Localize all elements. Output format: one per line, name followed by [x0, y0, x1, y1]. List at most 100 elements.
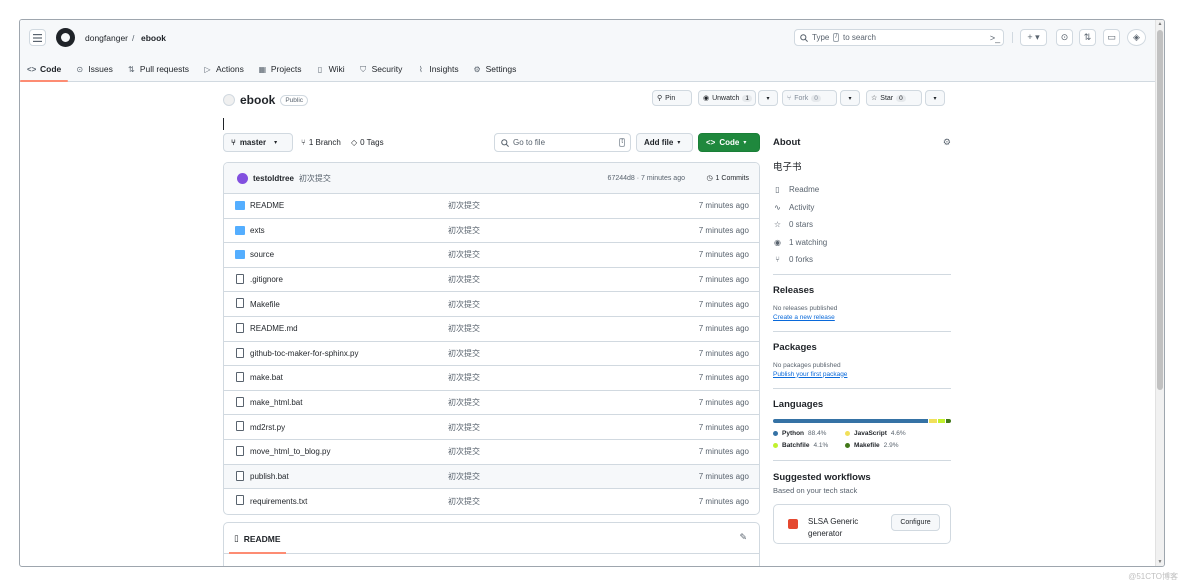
gear-icon[interactable]: ⚙ [943, 137, 951, 148]
scroll-thumb[interactable] [1157, 30, 1163, 390]
go-to-file-input[interactable]: Go to file t [494, 133, 631, 152]
readme-tab[interactable]: ▯ README [234, 533, 281, 544]
github-logo-icon[interactable] [56, 28, 75, 47]
file-commit-message[interactable]: 初次提交 [448, 372, 480, 383]
about-link[interactable]: ▯ Readme [773, 181, 951, 199]
file-commit-message[interactable]: 初次提交 [448, 249, 480, 260]
file-row[interactable]: README.md 初次提交 7 minutes ago [224, 317, 759, 342]
language-item[interactable]: Batchfile 4.1% [773, 442, 845, 449]
tab-projects[interactable]: ▦ Projects [251, 57, 309, 81]
releases-title[interactable]: Releases [773, 285, 951, 296]
menu-button[interactable] [29, 29, 46, 46]
breadcrumb-owner[interactable]: dongfanger [85, 33, 128, 43]
create-new-button[interactable]: + ▾ [1020, 29, 1047, 46]
inbox-button[interactable]: ▭ [1103, 29, 1120, 46]
file-name-link[interactable]: md2rst.py [250, 423, 285, 432]
configure-button[interactable]: Configure [891, 513, 940, 531]
pull-requests-button[interactable]: ⇅ [1079, 29, 1096, 46]
file-name-link[interactable]: README [250, 201, 284, 210]
file-row[interactable]: make_html.bat 初次提交 7 minutes ago [224, 391, 759, 416]
file-commit-message[interactable]: 初次提交 [448, 225, 480, 236]
commit-author[interactable]: testoldtree [253, 174, 294, 183]
publish-package-link[interactable]: Publish your first package [773, 371, 951, 378]
file-row[interactable]: README 初次提交 7 minutes ago [224, 194, 759, 219]
file-commit-message[interactable]: 初次提交 [448, 471, 480, 482]
scroll-up-icon[interactable]: ▲ [1157, 21, 1163, 27]
file-name-link[interactable]: requirements.txt [250, 497, 307, 506]
file-name-link[interactable]: make_html.bat [250, 398, 302, 407]
file-row[interactable]: make.bat 初次提交 7 minutes ago [224, 366, 759, 391]
file-name-link[interactable]: README.md [250, 324, 298, 333]
packages-title[interactable]: Packages [773, 342, 951, 353]
commits-link[interactable]: ◷ 1 Commits [706, 174, 749, 183]
tab-code[interactable]: <> Code [20, 57, 69, 82]
file-row[interactable]: requirements.txt 初次提交 7 minutes ago [224, 489, 759, 514]
issues-button[interactable]: ⊙ [1056, 29, 1073, 46]
file-commit-message[interactable]: 初次提交 [448, 422, 480, 433]
file-name-link[interactable]: move_html_to_blog.py [250, 447, 331, 456]
pin-button[interactable]: ⚲ Pin [652, 90, 692, 106]
create-release-link[interactable]: Create a new release [773, 314, 951, 321]
search-input[interactable]: Type / to search [794, 29, 1004, 46]
tags-link[interactable]: ◇ 0 Tags [351, 138, 384, 147]
file-commit-time: 7 minutes ago [698, 447, 749, 457]
star-button[interactable]: ☆ Star 0 [866, 90, 922, 106]
about-link[interactable]: ∿ Activity [773, 199, 951, 217]
file-commit-message[interactable]: 初次提交 [448, 348, 480, 359]
branch-select[interactable]: ⑂ master ▾ [223, 133, 293, 152]
repo-name[interactable]: ebook [240, 93, 275, 107]
about-link[interactable]: ⑂ 0 forks [773, 251, 951, 269]
scroll-down-icon[interactable]: ▼ [1157, 559, 1163, 565]
fork-dropdown[interactable]: ▾ [840, 90, 860, 106]
file-commit-message[interactable]: 初次提交 [448, 397, 480, 408]
about-link[interactable]: ☆ 0 stars [773, 216, 951, 234]
file-commit-message[interactable]: 初次提交 [448, 299, 480, 310]
file-name-link[interactable]: .gitignore [250, 275, 283, 284]
language-item[interactable]: JavaScript 4.6% [845, 430, 925, 437]
file-row[interactable]: exts 初次提交 7 minutes ago [224, 219, 759, 244]
file-name-link[interactable]: source [250, 250, 274, 259]
file-row[interactable]: github-toc-maker-for-sphinx.py 初次提交 7 minu… [224, 342, 759, 367]
file-commit-message[interactable]: 初次提交 [448, 200, 480, 211]
tab-actions[interactable]: ▷ Actions [196, 57, 251, 81]
file-name-link[interactable]: publish.bat [250, 472, 289, 481]
file-row[interactable]: publish.bat 初次提交 7 minutes ago [224, 464, 759, 490]
add-file-button[interactable]: Add file ▾ [636, 133, 693, 152]
file-commit-message[interactable]: 初次提交 [448, 496, 480, 507]
code-button[interactable]: <> Code ▾ [698, 133, 760, 152]
star-dropdown[interactable]: ▾ [925, 90, 945, 106]
language-item[interactable]: Python 88.4% [773, 430, 845, 437]
file-name-link[interactable]: github-toc-maker-for-sphinx.py [250, 349, 358, 358]
avatar[interactable]: ◈ [1127, 29, 1146, 46]
unwatch-dropdown[interactable]: ▾ [758, 90, 778, 106]
commit-message[interactable]: 初次提交 [299, 173, 331, 184]
about-link[interactable]: ◉ 1 watching [773, 234, 951, 252]
tab-issues[interactable]: ⊙ Issues [68, 57, 120, 81]
tab-insights[interactable]: ⌇ Insights [409, 57, 465, 81]
breadcrumb-repo[interactable]: ebook [141, 33, 166, 43]
language-item[interactable]: Makefile 2.9% [845, 442, 925, 449]
file-name-link[interactable]: exts [250, 226, 265, 235]
file-row[interactable]: Makefile 初次提交 7 minutes ago [224, 292, 759, 317]
commit-sha-time[interactable]: 67244d8 · 7 minutes ago [608, 175, 685, 182]
tab-settings[interactable]: ⚙ Settings [466, 57, 524, 81]
file-commit-message[interactable]: 初次提交 [448, 274, 480, 285]
file-row[interactable]: move_html_to_blog.py 初次提交 7 minutes ago [224, 440, 759, 465]
tab-security[interactable]: ⛉ Security [352, 57, 410, 81]
file-row[interactable]: .gitignore 初次提交 7 minutes ago [224, 268, 759, 293]
file-row[interactable]: source 初次提交 7 minutes ago [224, 243, 759, 268]
branches-link[interactable]: ⑂ 1 Branch [301, 138, 341, 147]
edit-icon[interactable]: ✎ [739, 532, 747, 543]
file-row[interactable]: md2rst.py 初次提交 7 minutes ago [224, 415, 759, 440]
file-name-link[interactable]: make.bat [250, 373, 283, 382]
tab-wiki[interactable]: ▯ Wiki [309, 57, 352, 81]
file-commit-message[interactable]: 初次提交 [448, 446, 480, 457]
file-name-link[interactable]: Makefile [250, 300, 280, 309]
command-palette-button[interactable]: >_ [986, 29, 1004, 46]
fork-button[interactable]: ⑂ Fork 0 [782, 90, 837, 106]
unwatch-button[interactable]: ◉ Unwatch 1 [698, 90, 756, 106]
tab-pull-requests[interactable]: ⇅ Pull requests [120, 57, 196, 81]
hamburger-icon [33, 33, 42, 42]
file-commit-message[interactable]: 初次提交 [448, 323, 480, 334]
page-scrollbar[interactable]: ▲ ▼ [1155, 20, 1164, 566]
